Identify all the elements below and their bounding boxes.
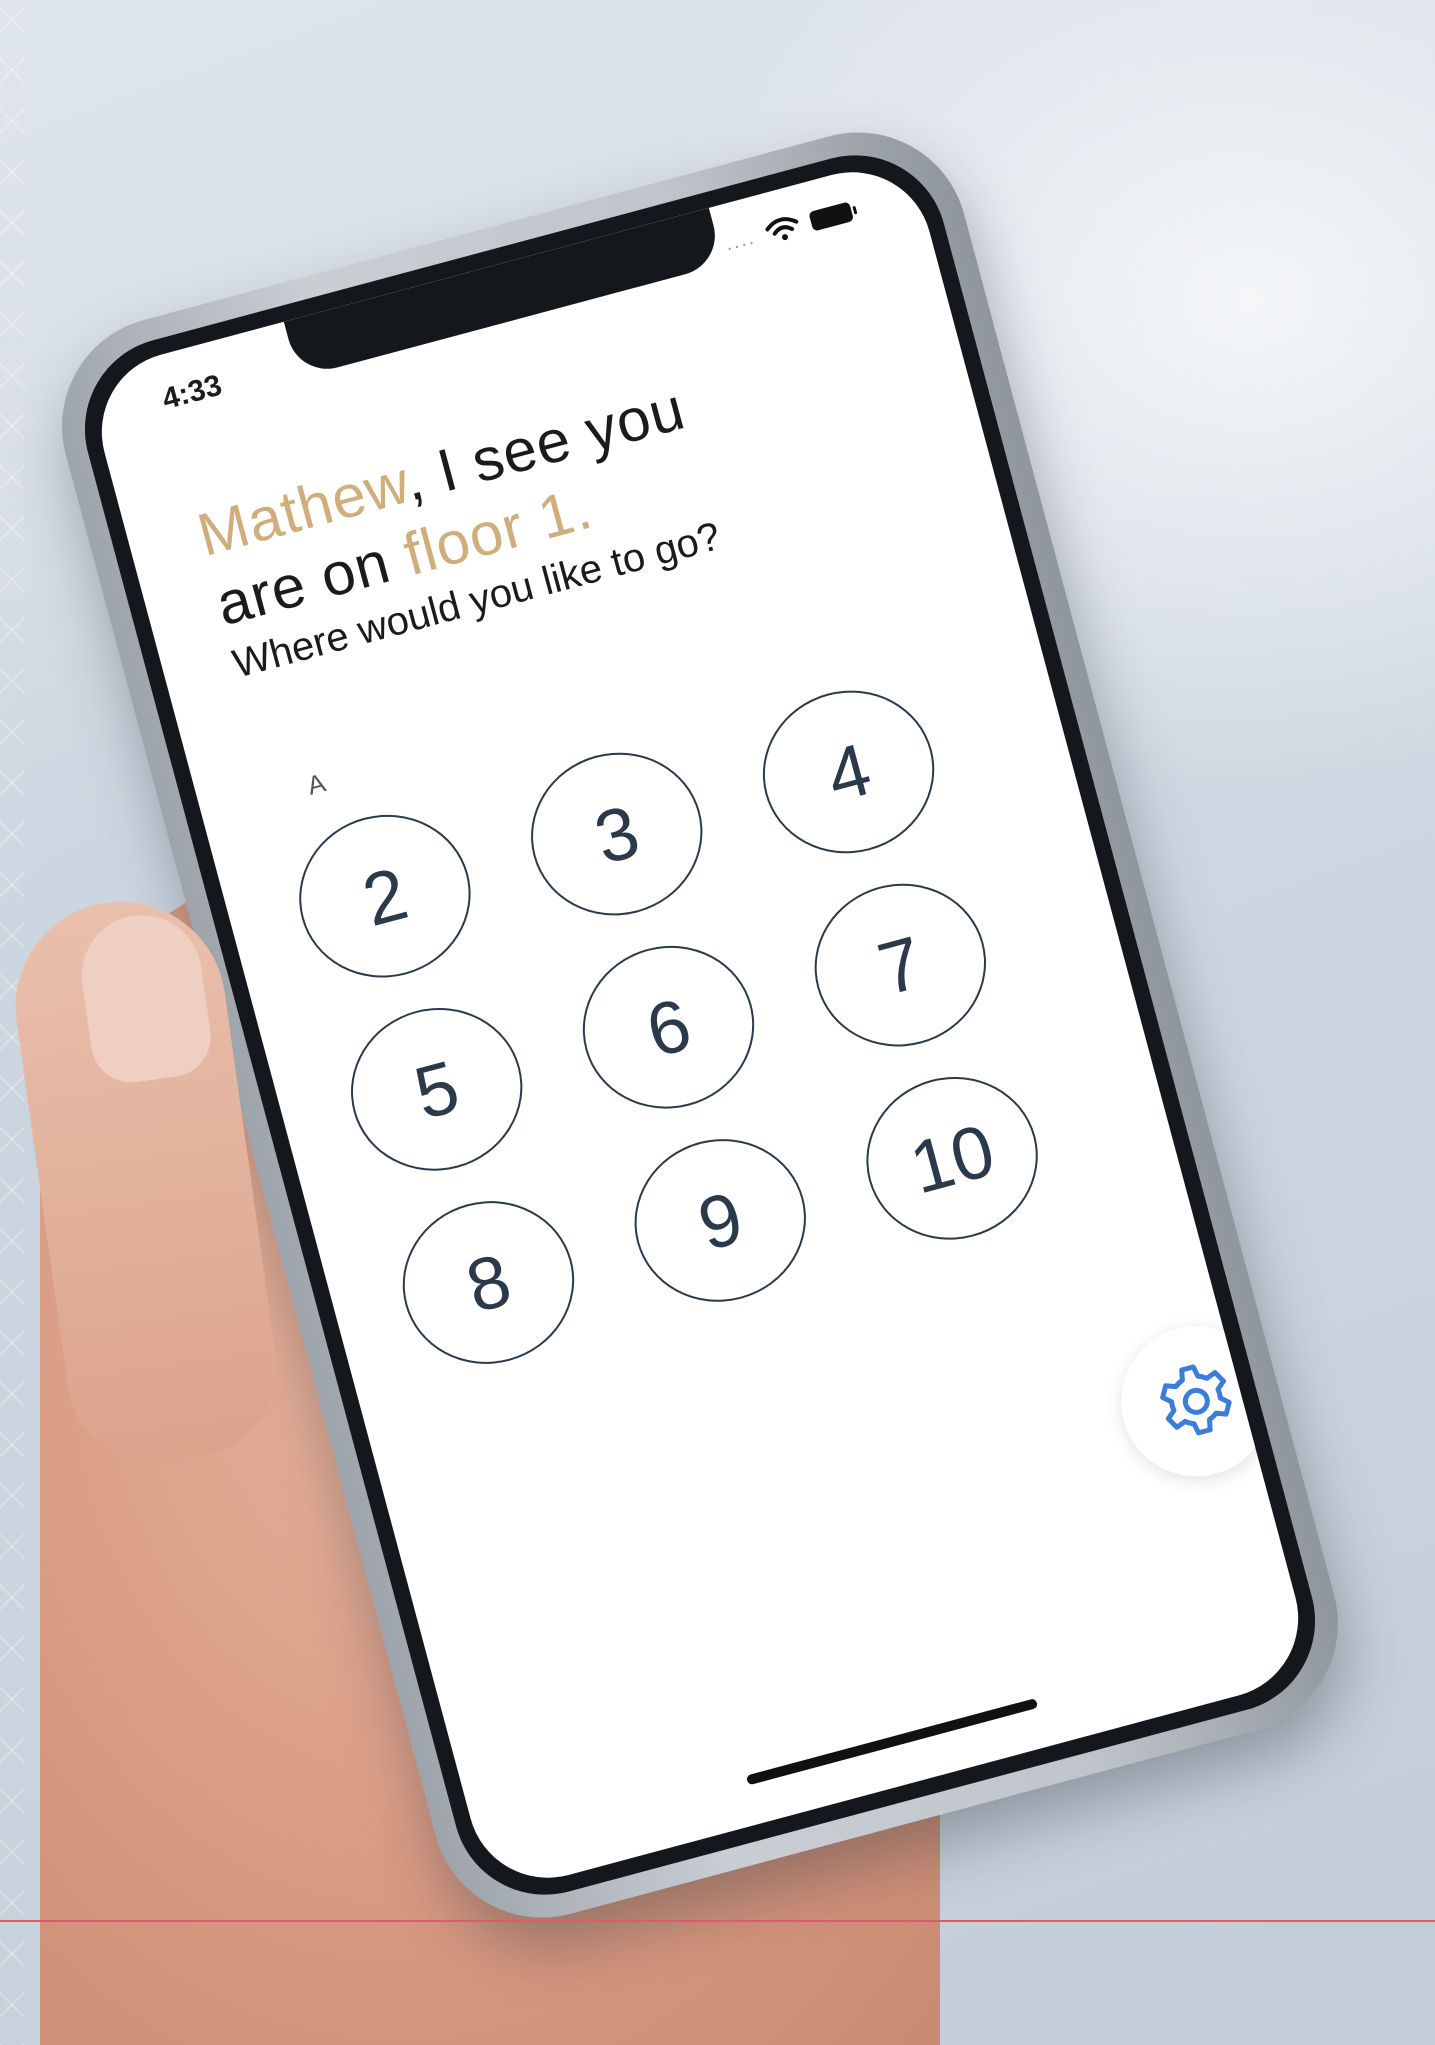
- floor-button-10[interactable]: 10: [848, 1057, 1057, 1259]
- floor-button-8[interactable]: 8: [384, 1182, 593, 1384]
- floor-button-3[interactable]: 3: [512, 733, 721, 935]
- floor-button-9[interactable]: 9: [616, 1119, 825, 1321]
- divider-line: [0, 1920, 1435, 1922]
- floor-button-2[interactable]: 2: [280, 795, 489, 997]
- floor-button-5[interactable]: 5: [332, 988, 541, 1190]
- gear-icon: [1160, 1364, 1232, 1436]
- floor-button-6[interactable]: 6: [564, 926, 773, 1128]
- floor-button-4[interactable]: 4: [744, 671, 953, 873]
- floor-button-7[interactable]: 7: [796, 864, 1005, 1066]
